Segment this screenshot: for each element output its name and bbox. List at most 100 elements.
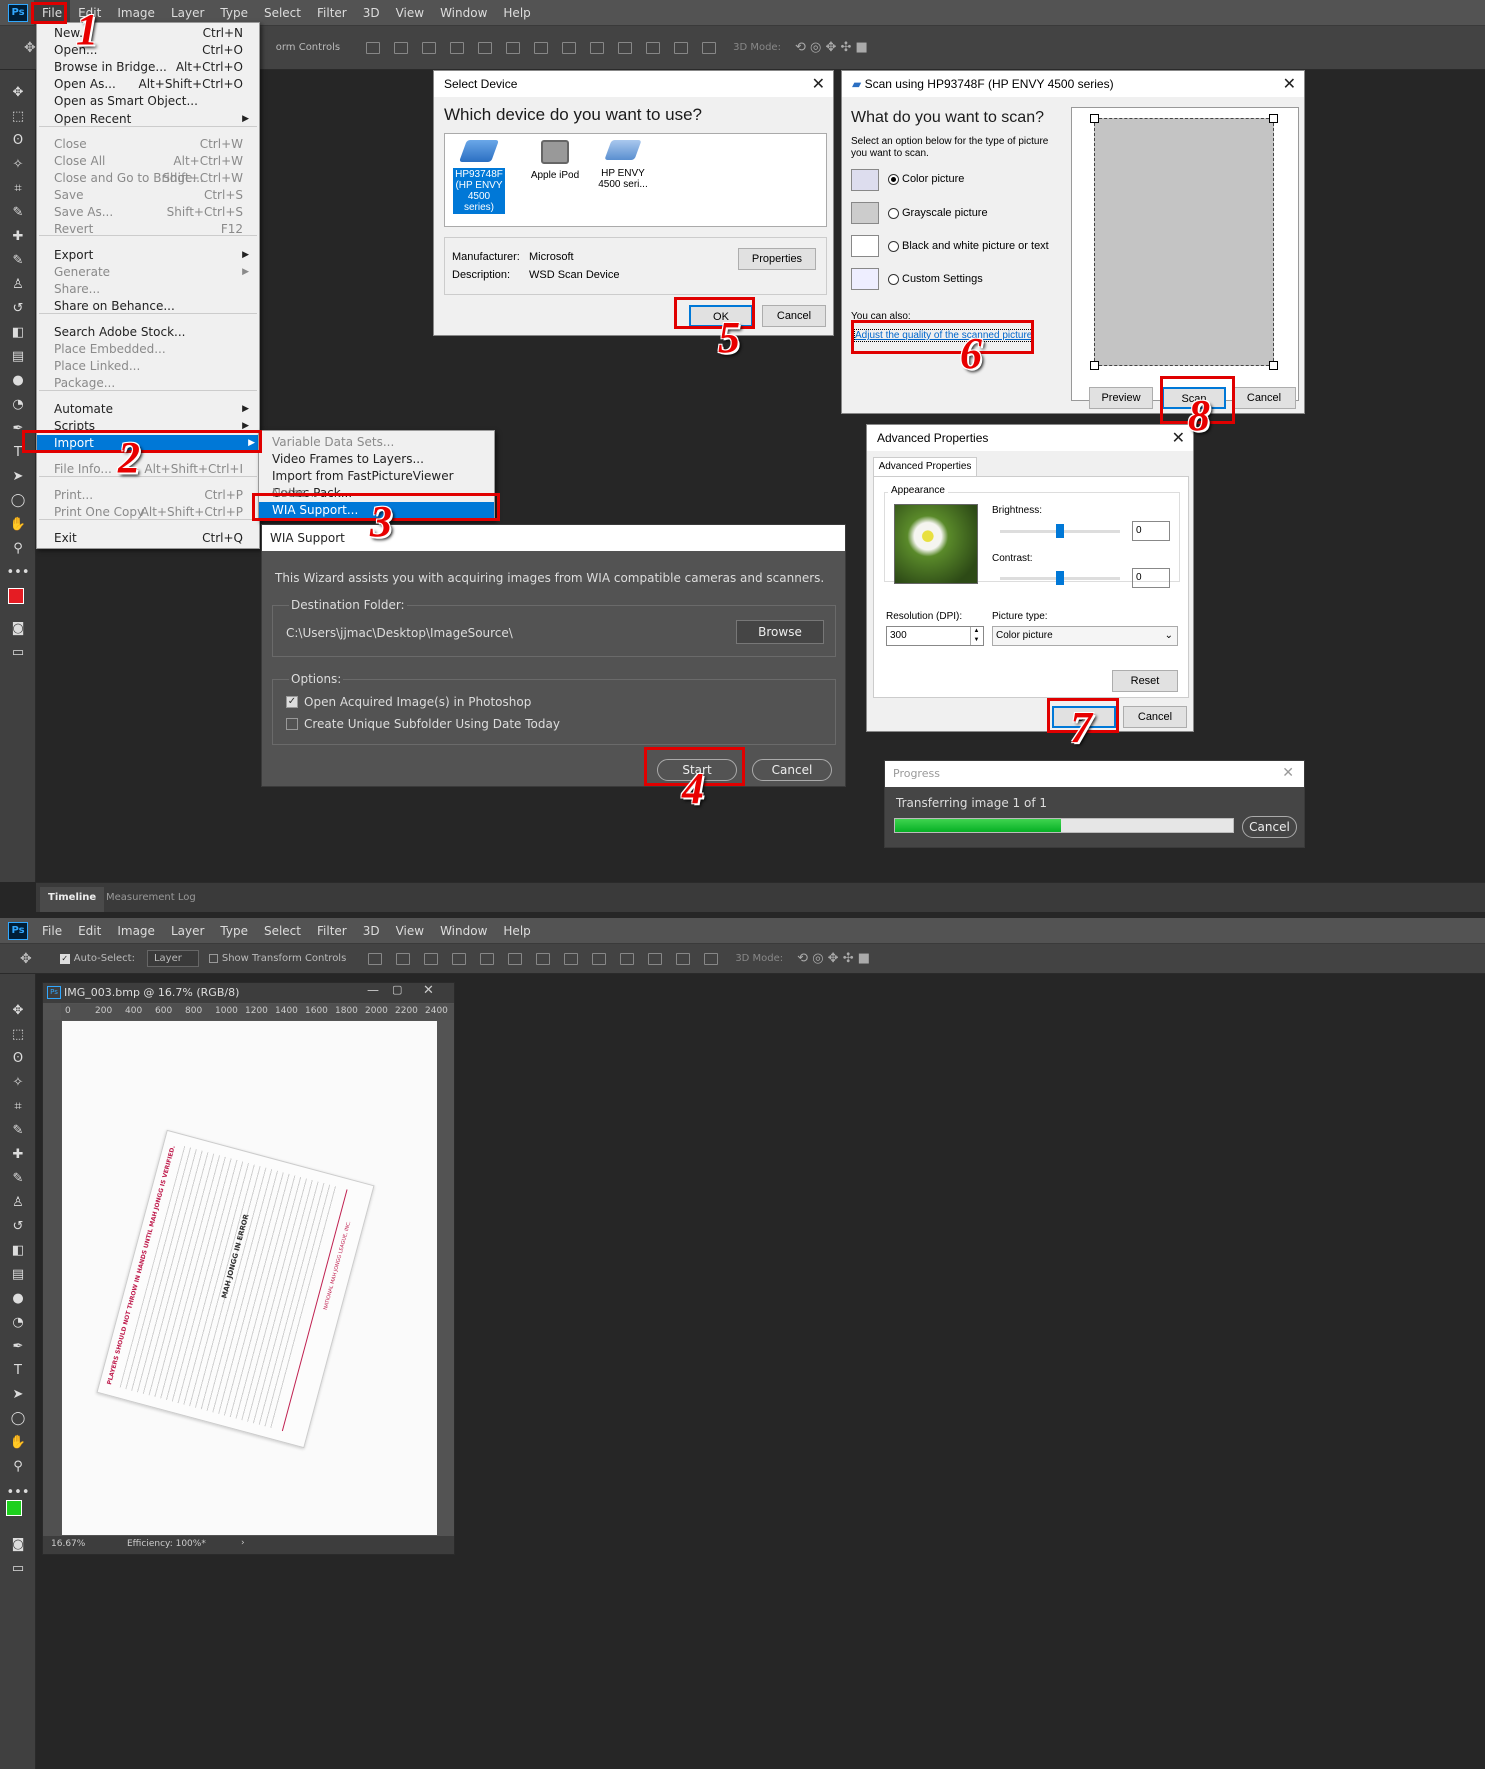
browse-button[interactable]: Browse <box>736 620 824 644</box>
distribute-icon[interactable] <box>674 41 689 54</box>
path-select-icon[interactable]: ➤ <box>8 466 28 486</box>
history-brush-icon[interactable]: ↺ <box>8 1216 28 1236</box>
move-tool-icon[interactable]: ✥ <box>8 1000 28 1020</box>
progress-cancel-button[interactable]: Cancel <box>1242 816 1297 838</box>
menu-item-search-adobe-stock[interactable]: Search Adobe Stock... <box>54 324 253 341</box>
menu-item-variable-data-sets[interactable]: Variable Data Sets... <box>272 434 488 451</box>
contrast-input[interactable]: 0 <box>1132 568 1170 588</box>
align-top-icon[interactable] <box>368 952 383 965</box>
align-left-icon[interactable] <box>452 952 467 965</box>
screen-mode-icon[interactable]: ▭ <box>8 642 28 662</box>
move-icon[interactable]: ✥ <box>24 40 36 56</box>
healing-brush-icon[interactable]: ✚ <box>8 1144 28 1164</box>
menu-item-place-embedded[interactable]: Place Embedded... <box>54 341 253 358</box>
zoom-level[interactable]: 16.67% <box>51 1539 85 1549</box>
radio-custom[interactable] <box>888 273 899 285</box>
menu-type[interactable]: Type <box>212 918 256 944</box>
distribute-icon[interactable] <box>534 41 549 54</box>
menu-window[interactable]: Window <box>432 918 495 944</box>
foreground-color-swatch[interactable] <box>6 1500 22 1516</box>
auto-align-icon[interactable] <box>704 952 719 965</box>
eyedropper-icon[interactable]: ✎ <box>8 1120 28 1140</box>
menu-file[interactable]: File <box>34 918 70 944</box>
distribute-icon[interactable] <box>564 952 579 965</box>
eyedropper-icon[interactable]: ✎ <box>8 202 28 222</box>
radio-color[interactable] <box>888 173 899 185</box>
brightness-thumb[interactable] <box>1056 524 1064 538</box>
more-tools-icon[interactable]: ••• <box>7 562 30 582</box>
menu-3d[interactable]: 3D <box>355 0 388 26</box>
marquee-tool-icon[interactable]: ⬚ <box>8 1024 28 1044</box>
menu-item-automate[interactable]: Automate ▶ <box>54 401 253 418</box>
option-color[interactable]: Color picture <box>888 173 964 185</box>
menu-item-place-linked[interactable]: Place Linked... <box>54 358 253 375</box>
stamp-tool-icon[interactable]: ♙ <box>8 274 28 294</box>
close-icon[interactable]: ✕ <box>1283 74 1296 94</box>
distribute-icon[interactable] <box>620 952 635 965</box>
magic-wand-icon[interactable]: ✧ <box>8 154 28 174</box>
auto-align-icon[interactable] <box>702 41 717 54</box>
device-item-apple-ipod[interactable]: Apple iPod <box>521 140 589 200</box>
path-select-icon[interactable]: ➤ <box>8 1384 28 1404</box>
menu-view[interactable]: View <box>388 0 432 26</box>
menu-filter[interactable]: Filter <box>309 918 355 944</box>
tab-measurement-log[interactable]: Measurement Log <box>98 887 204 913</box>
zoom-tool-icon[interactable]: ⚲ <box>8 1456 28 1476</box>
lasso-tool-icon[interactable]: ʘ <box>8 1048 28 1068</box>
preview-button[interactable]: Preview <box>1089 387 1153 409</box>
magic-wand-icon[interactable]: ✧ <box>8 1072 28 1092</box>
foreground-color-swatch[interactable] <box>8 588 24 604</box>
menu-image[interactable]: Image <box>109 918 163 944</box>
menu-item-generate[interactable]: Generate ▶ <box>54 264 253 281</box>
option-bw[interactable]: Black and white picture or text <box>888 240 1049 252</box>
distribute-icon[interactable] <box>592 952 607 965</box>
align-center-icon[interactable] <box>478 41 493 54</box>
lasso-tool-icon[interactable]: ʘ <box>8 130 28 150</box>
tab-advanced-properties[interactable]: Advanced Properties <box>873 457 977 477</box>
align-middle-icon[interactable] <box>394 41 409 54</box>
brightness-input[interactable]: 0 <box>1132 521 1170 541</box>
gradient-tool-icon[interactable]: ▤ <box>8 1264 28 1284</box>
layer-select[interactable]: Layer <box>146 950 199 967</box>
shape-tool-icon[interactable]: ◯ <box>8 1408 28 1428</box>
menu-edit[interactable]: Edit <box>70 918 109 944</box>
crop-handle[interactable] <box>1090 114 1099 123</box>
3d-orbit-icon[interactable]: ⟲ ◎ ✥ ✣ ■ <box>795 40 868 55</box>
distribute-icon[interactable] <box>536 952 551 965</box>
menu-help[interactable]: Help <box>495 918 538 944</box>
history-brush-icon[interactable]: ↺ <box>8 298 28 318</box>
canvas[interactable]: PLAYERS SHOULD NOT THROW IN HANDS UNTIL … <box>62 1021 437 1535</box>
advanced-cancel-button[interactable]: Cancel <box>1123 706 1187 728</box>
option-grayscale[interactable]: Grayscale picture <box>888 207 988 219</box>
quick-mask-icon[interactable]: ◙ <box>8 1534 28 1554</box>
tab-timeline[interactable]: Timeline <box>40 887 105 913</box>
menu-select[interactable]: Select <box>256 918 309 944</box>
wia-cancel-button[interactable]: Cancel <box>752 759 832 781</box>
scan-preview-region[interactable] <box>1094 118 1274 366</box>
device-cancel-button[interactable]: Cancel <box>762 305 826 327</box>
distribute-icon[interactable] <box>646 41 661 54</box>
distribute-icon[interactable] <box>562 41 577 54</box>
menu-select[interactable]: Select <box>256 0 309 26</box>
document-titlebar[interactable]: Ps IMG_003.bmp @ 16.7% (RGB/8) — ▢ ✕ <box>43 983 454 1003</box>
crop-handle[interactable] <box>1090 361 1099 370</box>
device-item-hp-envy[interactable]: HP ENVY 4500 seri... <box>589 140 657 200</box>
device-item-hp93748f[interactable]: HP93748F (HP ENVY 4500 series) <box>453 140 505 214</box>
shape-tool-icon[interactable]: ◯ <box>8 490 28 510</box>
reset-button[interactable]: Reset <box>1112 670 1178 692</box>
eraser-tool-icon[interactable]: ◧ <box>8 1240 28 1260</box>
menu-item-save-as[interactable]: Save As... Shift+Ctrl+S <box>54 204 253 221</box>
blur-tool-icon[interactable]: ● <box>8 1288 28 1308</box>
hand-tool-icon[interactable]: ✋ <box>8 1432 28 1452</box>
close-icon[interactable]: ✕ <box>1172 428 1185 448</box>
close-icon[interactable]: ✕ <box>423 983 434 998</box>
picture-type-select[interactable]: Color picture ⌄ <box>992 626 1178 646</box>
open-in-photoshop-checkbox[interactable]: ✓ <box>286 696 298 708</box>
blur-tool-icon[interactable]: ● <box>8 370 28 390</box>
menu-item-save[interactable]: Save Ctrl+S <box>54 187 253 204</box>
align-bottom-icon[interactable] <box>424 952 439 965</box>
menu-item-print[interactable]: Print... Ctrl+P <box>54 487 253 504</box>
distribute-icon[interactable] <box>618 41 633 54</box>
resolution-spinner[interactable]: ▲ ▼ <box>970 627 982 645</box>
menu-item-browse-in-bridge[interactable]: Browse in Bridge... Alt+Ctrl+O <box>54 59 253 76</box>
